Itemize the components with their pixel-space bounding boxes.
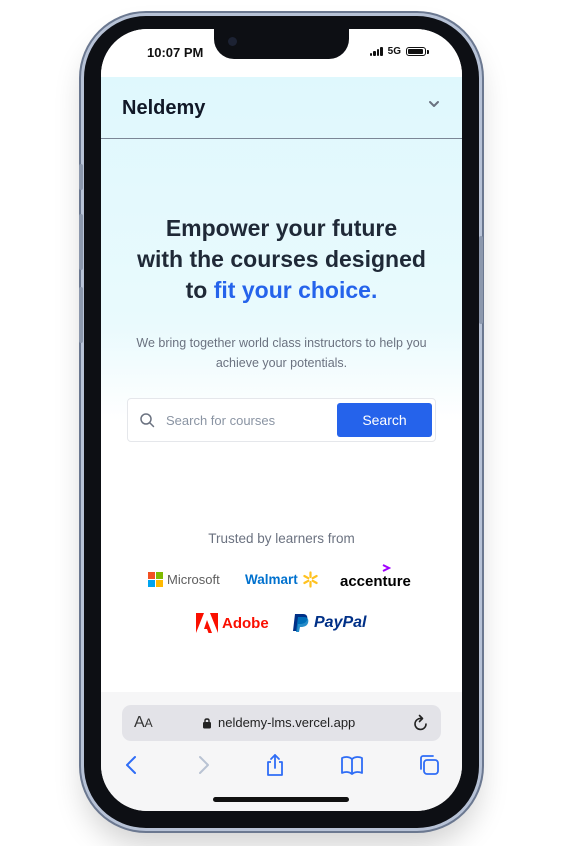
reload-icon[interactable] [413, 714, 429, 732]
home-indicator [213, 797, 349, 802]
bookmarks-icon[interactable] [340, 753, 364, 777]
hero-title-prefix: to [185, 277, 214, 303]
status-indicators: 5G [369, 46, 429, 57]
adobe-icon [196, 613, 218, 633]
microsoft-logo: Microsoft [148, 572, 220, 587]
search-button[interactable]: Search [337, 403, 432, 437]
lock-icon [203, 717, 211, 728]
volume-down-button [79, 287, 83, 343]
url-display[interactable]: neldemy-lms.vercel.app [202, 715, 355, 730]
microsoft-icon [148, 572, 163, 587]
webpage: Neldemy Empower your future with the cou… [101, 77, 462, 692]
adobe-wordmark: Adobe [222, 614, 269, 632]
phone-screen: 10:07 PM 5G Neldemy Empower your future … [101, 29, 462, 811]
battery-icon [406, 47, 429, 56]
mute-switch [79, 164, 83, 190]
search-icon [140, 413, 155, 428]
hero-title-line-2: with the courses designed [137, 246, 426, 272]
walmart-logo: Walmart [245, 571, 319, 588]
walmart-wordmark: Walmart [245, 572, 298, 587]
course-search-form: Search [127, 398, 436, 442]
signal-icon [369, 47, 383, 56]
accenture-wordmark: accenture [340, 573, 411, 590]
microsoft-wordmark: Microsoft [167, 572, 220, 587]
accenture-logo: accenture [340, 564, 411, 590]
tabs-icon[interactable] [417, 753, 441, 777]
aa-large: A [134, 714, 145, 731]
share-icon[interactable] [263, 753, 287, 777]
hero-subtitle: We bring together world class instructor… [136, 336, 427, 370]
hero-title-accent: fit your choice. [213, 277, 378, 303]
forward-icon[interactable] [191, 753, 215, 777]
browser-toolbar: AA neldemy-lms.vercel.app [101, 692, 462, 811]
accenture-mark: accenture [340, 564, 411, 590]
walmart-spark-icon [303, 571, 318, 588]
aa-small: A [144, 716, 153, 730]
site-navbar: Neldemy [101, 77, 462, 139]
text-size-button[interactable]: AA [134, 714, 153, 732]
hero-title-line-3: to fit your choice. [101, 275, 462, 306]
accenture-chevron-icon [382, 564, 391, 572]
paypal-wordmark: PayPal [314, 614, 367, 631]
chevron-down-icon[interactable] [428, 99, 440, 109]
power-button [479, 236, 483, 324]
volume-up-button [79, 214, 83, 270]
search-input[interactable] [166, 403, 336, 437]
notch [214, 29, 349, 59]
status-time: 10:07 PM [147, 45, 204, 60]
hero-title-line-1: Empower your future [165, 215, 398, 241]
network-type: 5G [387, 46, 401, 57]
address-bar[interactable]: AA neldemy-lms.vercel.app [122, 705, 441, 741]
camera [228, 37, 237, 46]
back-icon[interactable] [120, 753, 144, 777]
paypal-logo: PayPal [292, 613, 366, 633]
trusted-by-label: Trusted by learners from [208, 531, 355, 546]
url-text: neldemy-lms.vercel.app [218, 715, 356, 730]
brand-logo[interactable]: Neldemy [122, 97, 205, 120]
hero-title: Empower your future with the courses des… [101, 213, 462, 306]
adobe-logo: Adobe [196, 613, 269, 633]
paypal-icon [293, 614, 309, 632]
